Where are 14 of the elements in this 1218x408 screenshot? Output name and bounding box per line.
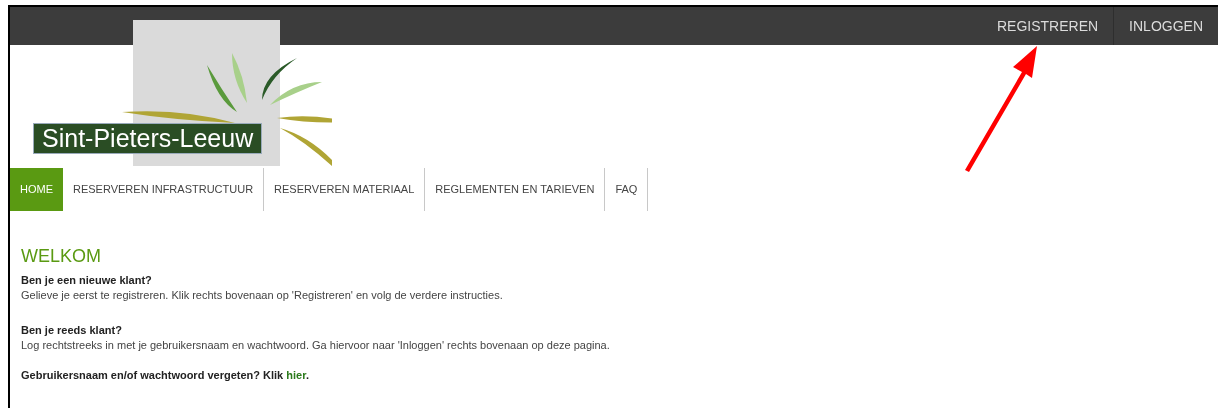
nav-tab[interactable]: RESERVEREN MATERIAAL (264, 168, 426, 211)
welcome-heading: WELKOM (21, 245, 102, 267)
section-question: Ben je reeds klant? (21, 323, 123, 338)
section-text: Gelieve je eerst te registreren. Klik rechts bovenaan op 'Registreren' en volg de verdere instructies. (21, 288, 504, 303)
top-bar-link[interactable]: INLOGGEN (1113, 7, 1218, 45)
section-text: Log rechtstreeks in met je gebruikersnaam en wachtwoord. Ga hiervoor naar 'Inloggen' rechts bovenaan op deze pagina. (21, 338, 611, 353)
hier-link[interactable]: hier (286, 369, 306, 381)
top-bar-link[interactable]: REGISTREREN (981, 7, 1114, 45)
nav-tab[interactable]: REGLEMENTEN EN TARIEVEN (425, 168, 606, 211)
section-question: Ben je een nieuwe klant? (21, 273, 153, 288)
forgot-text: Gebruikersnaam en/of wachtwoord vergeten? Klik hier. (21, 368, 310, 383)
nav-tab[interactable]: RESERVEREN INFRASTRUCTUUR (63, 168, 265, 211)
logo-text: Sint-Pieters-Leeuw (33, 123, 263, 154)
nav-tab[interactable]: FAQ (605, 168, 649, 211)
